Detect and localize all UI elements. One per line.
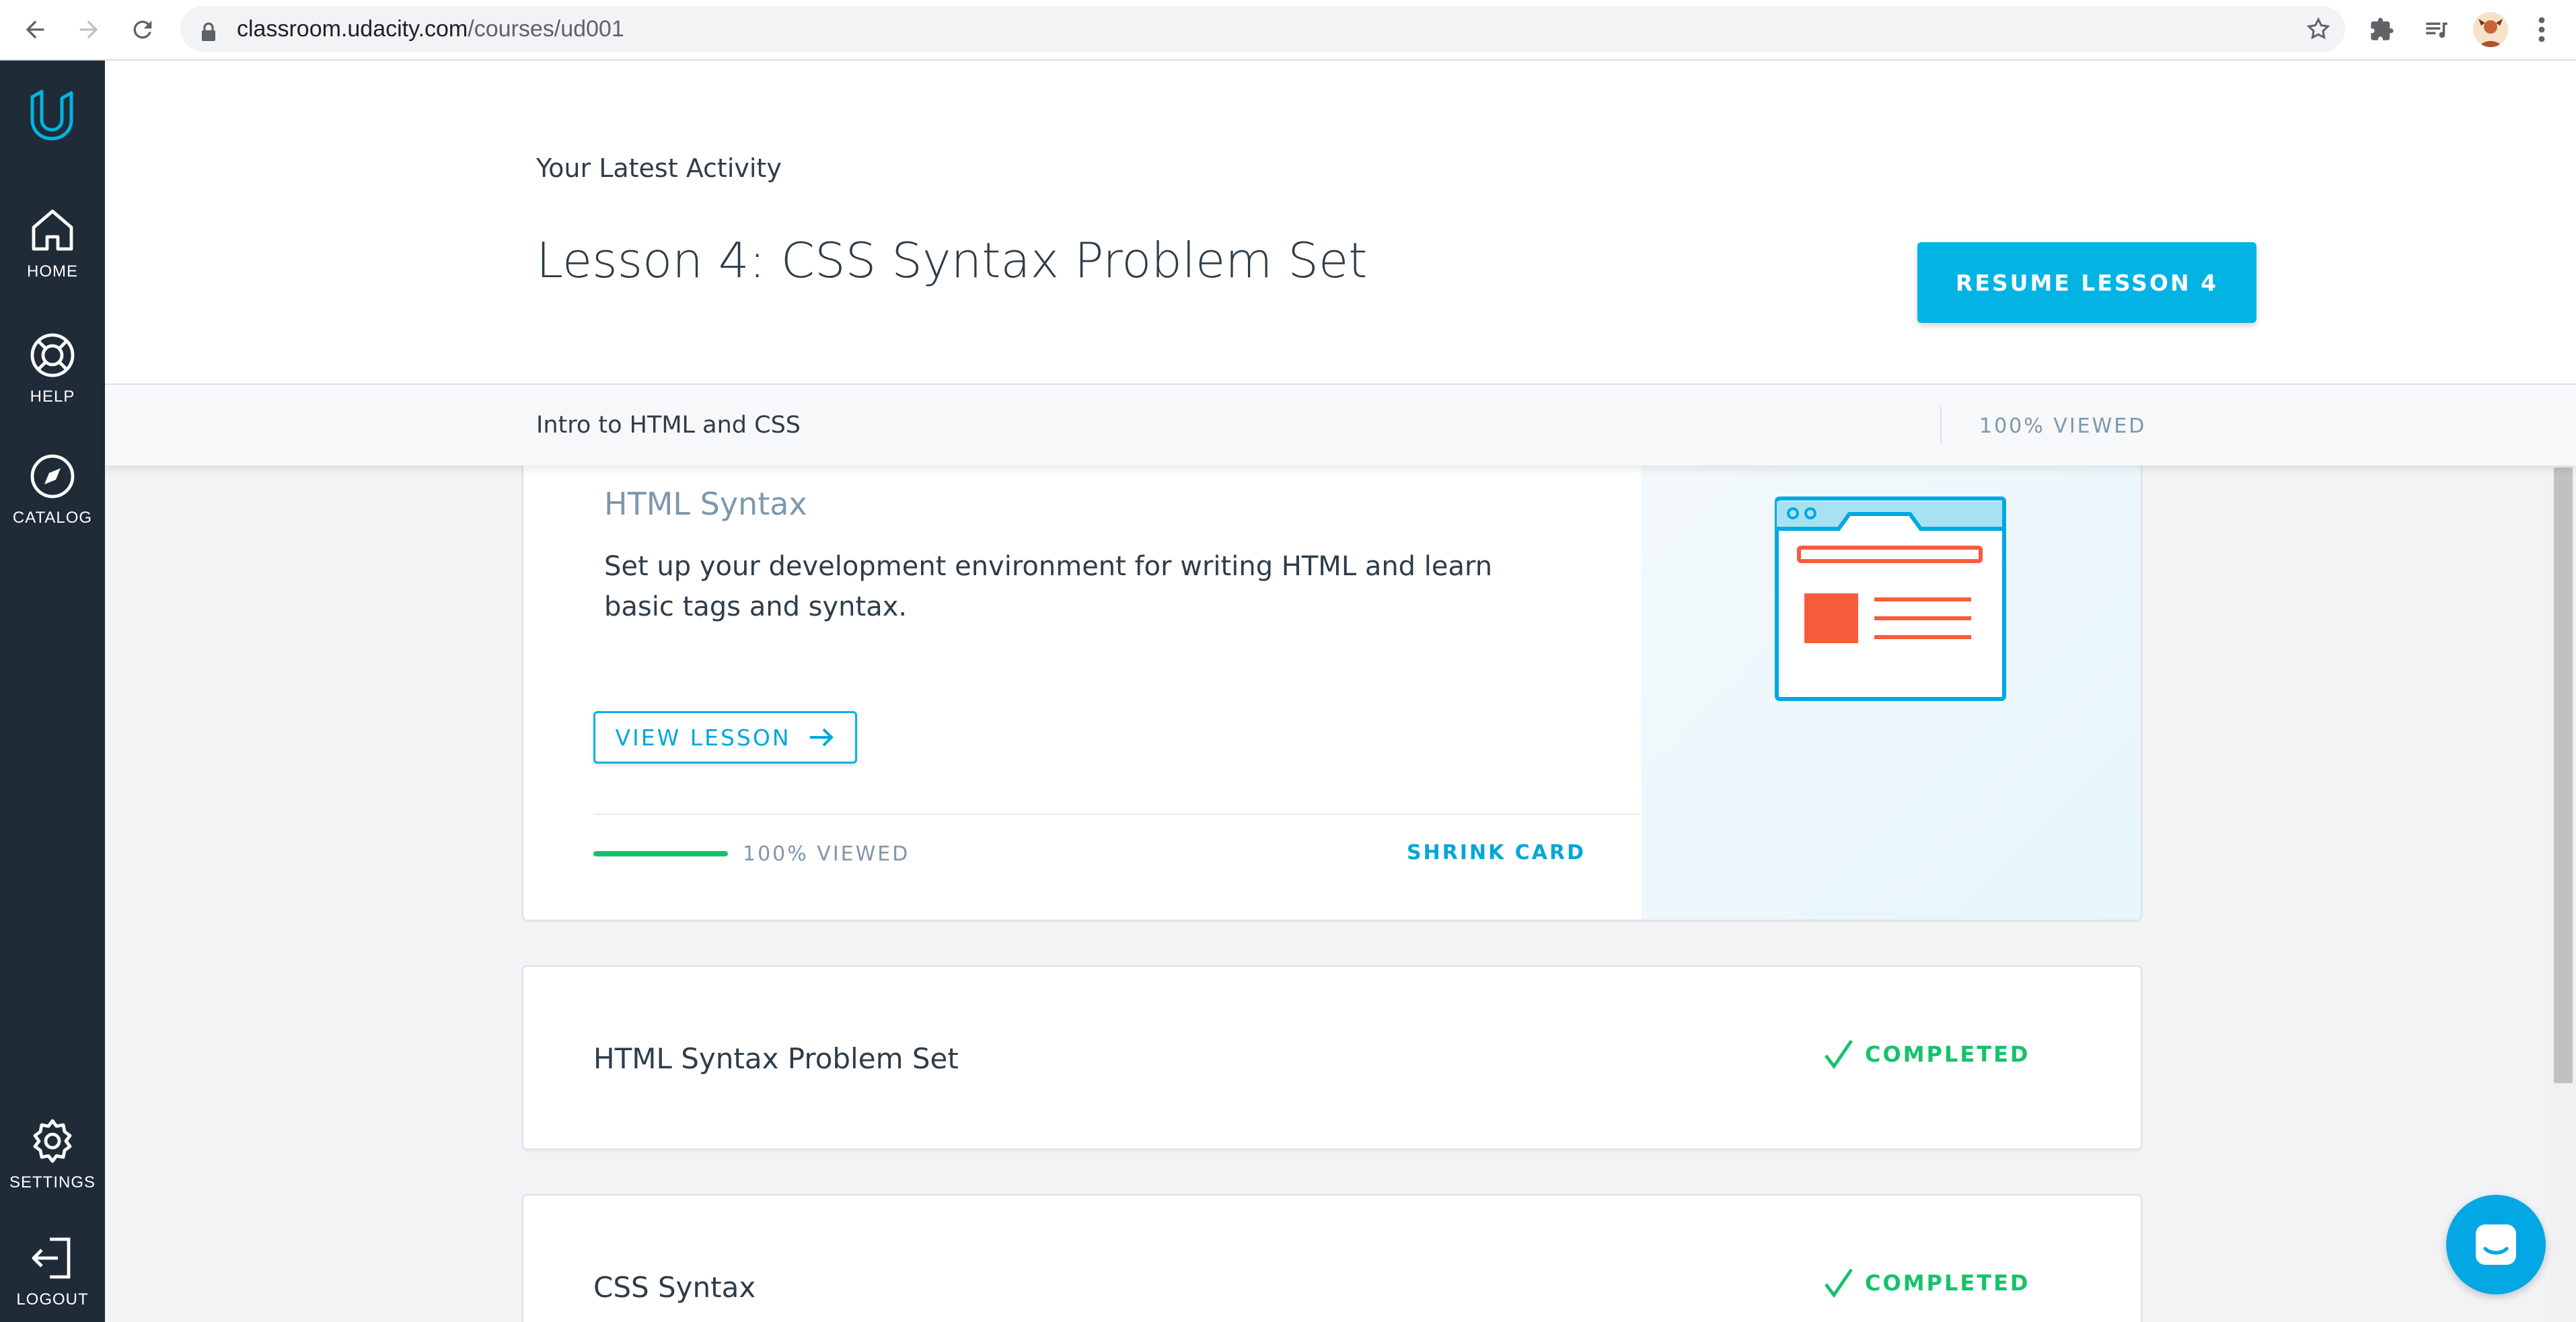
bookmark-star-icon[interactable] <box>2305 15 2332 42</box>
checkmark-icon <box>1825 1268 1853 1298</box>
completed-status: COMPLETED <box>1825 1268 2030 1298</box>
lesson-title: CSS Syntax <box>593 1271 756 1304</box>
avatar-image <box>2473 12 2508 47</box>
arrow-left-icon <box>26 20 44 39</box>
url-path: /courses/ud001 <box>468 16 624 42</box>
lesson-title: HTML Syntax <box>604 486 807 522</box>
sidebar-item-home[interactable]: HOME <box>0 203 105 281</box>
lesson-illustration-panel <box>1642 464 2141 920</box>
url-host: classroom.udacity.com <box>237 16 468 42</box>
more-vert-icon <box>2538 17 2545 42</box>
logout-icon <box>32 1237 71 1279</box>
udacity-logo-icon <box>30 89 73 141</box>
lesson-card[interactable]: CSS Syntax COMPLETED <box>522 1194 2142 1322</box>
arrow-right-icon <box>809 728 834 747</box>
lifebuoy-icon <box>30 333 75 377</box>
sidebar-item-logout[interactable]: LOGOUT <box>0 1231 105 1309</box>
completed-status: COMPLETED <box>1825 1039 2030 1069</box>
divider <box>1940 406 1942 444</box>
browser-menu-button[interactable] <box>2526 13 2558 46</box>
sidebar-item-settings[interactable]: SETTINGS <box>0 1114 105 1192</box>
forward-button[interactable] <box>62 0 116 59</box>
scrollbar-thumb[interactable] <box>2554 468 2573 1083</box>
view-lesson-label: VIEW LESSON <box>615 724 791 751</box>
course-name: Intro to HTML and CSS <box>536 412 801 439</box>
latest-lesson-title: Lesson 4: CSS Syntax Problem Set <box>536 232 1368 289</box>
lesson-title: HTML Syntax Problem Set <box>593 1042 959 1075</box>
checkmark-icon <box>1825 1039 1853 1069</box>
course-progress-bar: Intro to HTML and CSS 100% VIEWED <box>105 383 2576 466</box>
playlist-icon <box>2426 22 2448 38</box>
latest-activity-header: Your Latest Activity Lesson 4: CSS Synta… <box>105 61 2576 383</box>
sidebar-item-help[interactable]: HELP <box>0 328 105 406</box>
reload-button[interactable] <box>116 0 170 59</box>
lesson-progress-fill <box>593 851 728 856</box>
resume-lesson-button[interactable]: RESUME LESSON 4 <box>1917 242 2256 323</box>
sidebar-label-logout: LOGOUT <box>16 1290 89 1309</box>
chat-button[interactable] <box>2446 1195 2546 1294</box>
back-button[interactable] <box>8 0 62 59</box>
url-text: classroom.udacity.com/courses/ud001 <box>237 15 624 42</box>
home-icon <box>32 209 73 251</box>
sidebar-item-catalog[interactable]: CATALOG <box>0 449 105 527</box>
profile-avatar[interactable] <box>2473 12 2508 47</box>
left-sidebar: HOME HELP CATALOG SETTINGS LOGOUT <box>0 61 105 1322</box>
divider <box>593 813 1639 815</box>
sidebar-label-help: HELP <box>30 388 75 406</box>
lesson-progress-bar <box>593 851 728 856</box>
lesson-card[interactable]: HTML Syntax Problem Set COMPLETED <box>522 965 2142 1150</box>
arrow-right-icon <box>79 20 98 39</box>
course-viewed-status: 100% VIEWED <box>1979 414 2147 438</box>
lesson-card-expanded: HTML Syntax Set up your development envi… <box>522 464 2142 921</box>
sidebar-label-home: HOME <box>27 262 78 281</box>
puzzle-icon <box>2371 17 2394 40</box>
udacity-logo[interactable] <box>23 86 81 147</box>
sidebar-label-settings: SETTINGS <box>9 1173 96 1191</box>
sidebar-label-catalog: CATALOG <box>12 509 93 527</box>
address-bar[interactable]: classroom.udacity.com/courses/ud001 <box>180 6 2345 52</box>
compass-icon <box>30 454 75 499</box>
gear-icon <box>33 1119 72 1163</box>
shrink-card-button[interactable]: SHRINK CARD <box>1407 841 1586 865</box>
status-label: COMPLETED <box>1865 1041 2030 1067</box>
lesson-list: HTML Syntax Set up your development envi… <box>105 464 2550 1322</box>
lesson-viewed-status: 100% VIEWED <box>743 842 910 866</box>
chat-icon <box>2476 1224 2516 1265</box>
status-label: COMPLETED <box>1865 1270 2030 1296</box>
reload-icon <box>133 20 152 39</box>
browser-window-illustration <box>1775 497 2006 701</box>
browser-toolbar: classroom.udacity.com/courses/ud001 <box>0 0 2576 61</box>
lock-icon <box>202 22 215 41</box>
extensions-button[interactable] <box>2365 13 2398 46</box>
lesson-description: Set up your development environment for … <box>604 551 1493 622</box>
latest-activity-heading: Your Latest Activity <box>536 153 782 183</box>
view-lesson-button[interactable]: VIEW LESSON <box>593 711 857 764</box>
media-button[interactable] <box>2421 13 2453 46</box>
